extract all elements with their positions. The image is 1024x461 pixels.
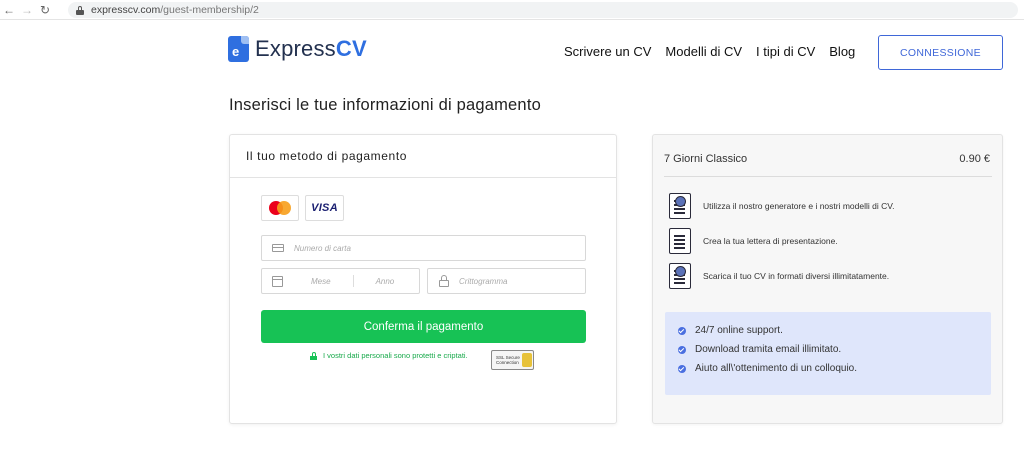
back-icon[interactable]: ← [0,1,18,19]
nav-blog[interactable]: Blog [829,44,855,59]
mastercard-icon [269,201,291,215]
nav-tipi-cv[interactable]: I tipi di CV [756,44,815,59]
ssl-badge: SSL Secure Connection [491,350,534,370]
page-title: Inserisci le tue informazioni di pagamen… [229,96,541,114]
summary-divider [664,176,992,177]
feature-item: Utilizza il nostro generatore e i nostri… [669,193,895,219]
expiry-divider [352,275,354,287]
padlock-icon [438,275,450,287]
feature-text: Utilizza il nostro generatore e i nostri… [703,201,895,211]
payment-heading: Il tuo metodo di pagamento [230,135,616,178]
lock-icon [310,351,317,360]
confirm-payment-button[interactable]: Conferma il pagamento [261,310,586,343]
support-text: Aiuto all\'ottenimento di un colloquio. [695,363,858,374]
login-button[interactable]: CONNESSIONE [878,35,1003,70]
check-icon [678,326,686,335]
payment-card: Il tuo metodo di pagamento VISA Numero d… [229,134,617,424]
feature-item: Crea la tua lettera di presentazione. [669,228,838,254]
secure-notice: I vostri dati personali sono protetti e … [310,351,468,360]
nav-modelli-cv[interactable]: Modelli di CV [665,44,742,59]
support-text: Download tramita email illimitato. [695,344,842,355]
main-nav: Scrivere un CV Modelli di CV I tipi di C… [564,44,869,59]
card-number-placeholder: Numero di carta [294,243,351,253]
download-icon [669,263,691,289]
logo-icon: e [228,36,249,62]
visa-option[interactable]: VISA [305,195,344,221]
credit-card-icon [272,244,284,252]
ssl-seal-icon [522,353,532,367]
support-item: 24/7 online support. [678,325,783,336]
ssl-text: SSL Secure Connection [496,355,520,365]
order-summary: 7 Giorni Classico 0.90 € Utilizza il nos… [652,134,1003,424]
cvv-placeholder: Crittogramma [459,276,508,286]
support-item: Download tramita email illimitato. [678,344,841,355]
check-icon [678,345,686,354]
url-text: expresscv.com/guest-membership/2 [91,4,259,16]
plan-name: 7 Giorni Classico [664,153,748,165]
secure-text: I vostri dati personali sono protetti e … [323,351,468,360]
support-box: 24/7 online support. Download tramita em… [665,312,991,395]
logo[interactable]: e ExpressCV [228,36,367,62]
plan-price: 0.90 € [959,153,990,165]
mastercard-option[interactable] [261,195,299,221]
feature-text: Crea la tua lettera di presentazione. [703,236,838,246]
cv-builder-icon [669,193,691,219]
site-header: e ExpressCV Scrivere un CV Modelli di CV… [0,20,1024,80]
year-input[interactable]: Anno [376,277,395,286]
support-item: Aiuto all\'ottenimento di un colloquio. [678,363,857,374]
expiry-field[interactable]: Mese Anno [261,268,420,294]
nav-scrivere-cv[interactable]: Scrivere un CV [564,44,651,59]
browser-toolbar: ← → ↻ expresscv.com/guest-membership/2 [0,0,1024,20]
card-brands: VISA [261,195,350,221]
lock-icon [76,5,84,15]
logo-text: ExpressCV [255,36,367,61]
forward-icon[interactable]: → [18,1,36,19]
reload-icon[interactable]: ↻ [36,1,54,19]
address-bar[interactable]: expresscv.com/guest-membership/2 [68,2,1018,18]
calendar-icon [272,275,283,287]
card-number-field[interactable]: Numero di carta [261,235,586,261]
cover-letter-icon [669,228,691,254]
check-icon [678,364,686,373]
feature-text: Scarica il tuo CV in formati diversi ill… [703,271,890,281]
cvv-field[interactable]: Crittogramma [427,268,586,294]
support-text: 24/7 online support. [695,325,783,336]
feature-item: Scarica il tuo CV in formati diversi ill… [669,263,889,289]
visa-icon: VISA [311,202,338,214]
month-input[interactable]: Mese [311,277,331,286]
